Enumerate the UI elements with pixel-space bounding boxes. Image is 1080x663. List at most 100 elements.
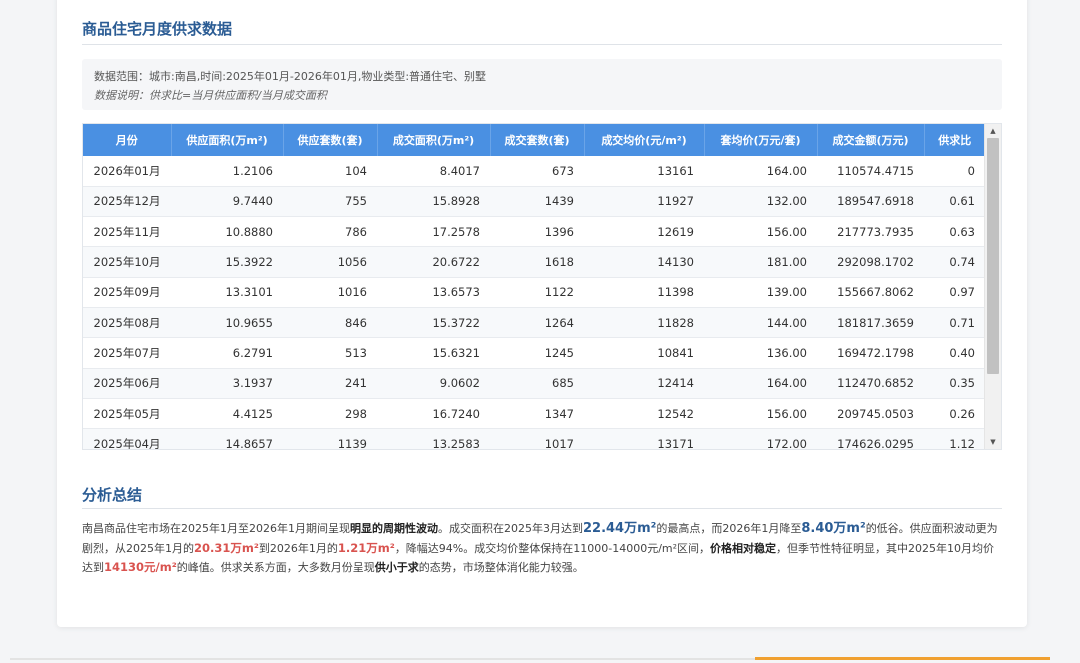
footer-divider: [10, 658, 755, 660]
cell-avg-price: 10841: [584, 337, 704, 369]
cell-deal-units: 1439: [490, 186, 584, 218]
cell-deal-units: 673: [490, 156, 584, 187]
header-avg-unit-price[interactable]: 套均价(万元/套): [704, 124, 818, 156]
table-row[interactable]: 2025年04月 14.8657 1139 13.2583 1017 13171 172.0…: [83, 428, 985, 449]
cell-deal-area: 15.3722: [377, 307, 490, 339]
cell-avg-price: 12542: [584, 398, 704, 430]
cell-deal-units: 1264: [490, 307, 584, 339]
cell-supply-demand-ratio: 0.71: [924, 307, 985, 339]
summary-bold: 价格相对稳定: [710, 541, 777, 555]
summary-highlight-red: 20.31万m²: [194, 540, 259, 555]
supply-demand-table-container[interactable]: 月份 供应面积(万m²) 供应套数(套) 成交面积(万m²) 成交套数(套) 成…: [82, 123, 1002, 450]
cell-avg-unit-price: 144.00: [704, 307, 817, 339]
cell-deal-area: 8.4017: [377, 156, 490, 187]
table-row[interactable]: 2025年05月 4.4125 298 16.7240 1347 12542 156.00 2…: [83, 398, 985, 430]
cell-deal-amount: 174626.0295: [817, 428, 924, 449]
cell-avg-unit-price: 172.00: [704, 428, 817, 449]
cell-deal-amount: 112470.6852: [817, 368, 924, 399]
summary-text: 的态势，市场整体消化能力较强。: [418, 561, 584, 574]
content-card: 商品住宅月度供求数据 数据范围：城市:南昌,时间:2025年01月-2026年0…: [57, 0, 1027, 627]
summary-text: ，降幅达94%。成交均价整体保持在11000-14000元/m²区间，: [394, 541, 711, 555]
table-row[interactable]: 2026年01月 1.2106 104 8.4017 673 13161 164.00 110…: [83, 156, 985, 187]
header-deal-units[interactable]: 成交套数(套): [490, 124, 585, 156]
summary-highlight-red: 1.21万m²: [337, 540, 395, 555]
header-deal-amount[interactable]: 成交金额(万元): [817, 124, 925, 156]
table-row[interactable]: 2025年11月 10.8880 786 17.2578 1396 12619 156.00…: [83, 216, 985, 248]
cell-supply-area: 10.8880: [171, 216, 283, 248]
cell-supply-units: 846: [283, 307, 377, 339]
cell-deal-amount: 292098.1702: [817, 246, 924, 278]
cell-month: 2025年04月: [83, 428, 171, 449]
table-row[interactable]: 2025年07月 6.2791 513 15.6321 1245 10841 136.00 1…: [83, 337, 985, 369]
table-row[interactable]: 2025年08月 10.9655 846 15.3722 1264 11828 144.00…: [83, 307, 985, 339]
cell-supply-units: 1016: [283, 277, 377, 308]
cell-deal-area: 13.6573: [377, 277, 490, 308]
summary-text: 。成交面积在2025年3月达到: [437, 522, 583, 535]
cell-supply-units: 513: [283, 337, 377, 369]
summary-text: 到2026年1月的: [258, 541, 338, 555]
summary-text: 的最高点，而2026年1月降至: [656, 522, 802, 535]
table-row[interactable]: 2025年09月 13.3101 1016 13.6573 1122 11398 139.0…: [83, 277, 985, 308]
cell-supply-area: 15.3922: [171, 246, 283, 278]
cell-avg-price: 13171: [584, 428, 704, 449]
table-row[interactable]: 2025年10月 15.3922 1056 20.6722 1618 14130 181.0…: [83, 246, 985, 278]
cell-deal-area: 13.2583: [377, 428, 490, 449]
summary-highlight-red: 14130元/m²: [104, 560, 177, 574]
header-month[interactable]: 月份: [83, 124, 172, 156]
header-supply-area[interactable]: 供应面积(万m²): [171, 124, 284, 156]
cell-month: 2025年11月: [83, 216, 171, 248]
cell-supply-units: 1139: [283, 428, 377, 449]
cell-deal-area: 17.2578: [377, 216, 490, 248]
summary-bold: 供小于求: [374, 561, 419, 574]
cell-deal-amount: 181817.3659: [817, 307, 924, 339]
table-row[interactable]: 2025年06月 3.1937 241 9.0602 685 12414 164.00 112…: [83, 368, 985, 399]
summary-divider: [82, 508, 1002, 509]
table-row[interactable]: 2025年12月 9.7440 755 15.8928 1439 11927 132.00 1…: [83, 186, 985, 218]
cell-month: 2025年10月: [83, 246, 171, 278]
table-scrollbar[interactable]: ▲ ▼: [984, 124, 1001, 449]
cell-supply-demand-ratio: 1.12: [924, 428, 985, 449]
cell-month: 2026年01月: [83, 156, 171, 187]
summary-text: 南昌商品住宅市场在2025年1月至2026年1月期间呈现: [82, 522, 350, 535]
table-header-row: 月份 供应面积(万m²) 供应套数(套) 成交面积(万m²) 成交套数(套) 成…: [83, 124, 985, 156]
cell-supply-demand-ratio: 0.63: [924, 216, 985, 248]
cell-supply-demand-ratio: 0.26: [924, 398, 985, 430]
supply-demand-table: 月份 供应面积(万m²) 供应套数(套) 成交面积(万m²) 成交套数(套) 成…: [83, 124, 985, 449]
cell-avg-price: 11398: [584, 277, 704, 308]
cell-avg-price: 12414: [584, 368, 704, 399]
page: 商品住宅月度供求数据 数据范围：城市:南昌,时间:2025年01月-2026年0…: [0, 0, 1080, 663]
table-body: 2026年01月 1.2106 104 8.4017 673 13161 164.00 110…: [83, 156, 985, 449]
cell-avg-price: 11927: [584, 186, 704, 218]
header-avg-price[interactable]: 成交均价(元/m²): [584, 124, 705, 156]
cell-supply-area: 13.3101: [171, 277, 283, 308]
summary-highlight-blue: 22.44万m²: [582, 521, 657, 536]
header-deal-area[interactable]: 成交面积(万m²): [377, 124, 491, 156]
cell-supply-demand-ratio: 0.74: [924, 246, 985, 278]
cell-month: 2025年08月: [83, 307, 171, 339]
page-title: 商品住宅月度供求数据: [82, 20, 233, 38]
cell-supply-demand-ratio: 0.35: [924, 368, 985, 399]
cell-supply-units: 786: [283, 216, 377, 248]
cell-deal-area: 15.6321: [377, 337, 490, 369]
scroll-up-arrow-icon[interactable]: ▲: [985, 124, 1001, 138]
cell-supply-area: 14.8657: [171, 428, 283, 449]
cell-supply-area: 6.2791: [171, 337, 283, 369]
scrollbar-thumb[interactable]: [987, 138, 999, 374]
header-supply-demand-ratio[interactable]: 供求比: [924, 124, 985, 156]
cell-supply-demand-ratio: 0.97: [924, 277, 985, 308]
cell-avg-unit-price: 136.00: [704, 337, 817, 369]
cell-avg-unit-price: 164.00: [704, 156, 817, 187]
cell-avg-price: 14130: [584, 246, 704, 278]
data-scope-text: 数据范围：城市:南昌,时间:2025年01月-2026年01月,物业类型:普通住…: [94, 70, 487, 83]
cell-supply-units: 755: [283, 186, 377, 218]
cell-month: 2025年06月: [83, 368, 171, 399]
cell-supply-demand-ratio: 0.61: [924, 186, 985, 218]
cell-supply-area: 4.4125: [171, 398, 283, 430]
cell-deal-amount: 155667.8062: [817, 277, 924, 308]
scroll-down-arrow-icon[interactable]: ▼: [985, 435, 1001, 449]
summary-paragraph: 南昌商品住宅市场在2025年1月至2026年1月期间呈现明显的周期性波动。成交面…: [82, 519, 1002, 578]
cell-deal-area: 9.0602: [377, 368, 490, 399]
cell-supply-area: 1.2106: [171, 156, 283, 187]
cell-deal-units: 685: [490, 368, 584, 399]
header-supply-units[interactable]: 供应套数(套): [283, 124, 378, 156]
